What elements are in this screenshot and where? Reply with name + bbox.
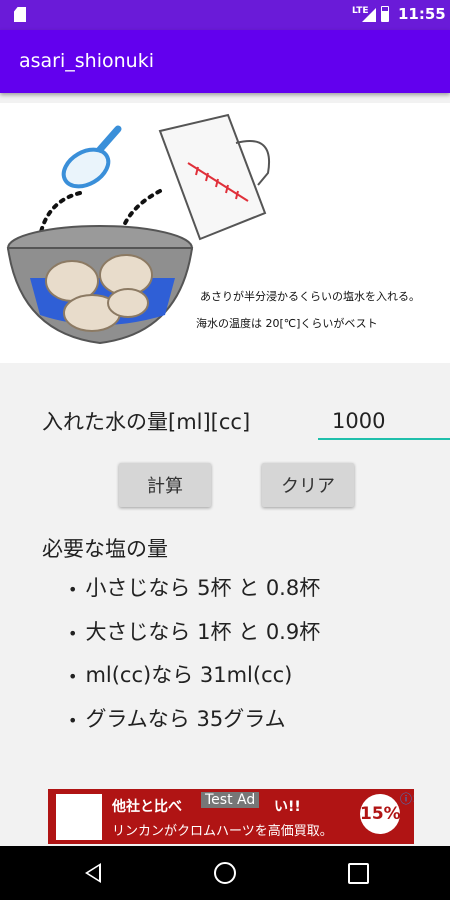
ad-subline: リンカンがクロムハーツを高価買取。: [112, 824, 333, 839]
navigation-bar: [0, 846, 450, 900]
sd-card-icon: [14, 7, 26, 22]
bullet-icon: •: [68, 623, 78, 643]
result-list: • 小さじなら 5杯 と 0.8杯 • 大さじなら 1杯 と 0.9杯 • ml(cc…: [68, 572, 320, 746]
status-time: 11:55: [398, 5, 446, 23]
result-item-gram: • グラムなら 35グラム: [68, 706, 286, 731]
test-ad-label: Test Ad: [201, 792, 260, 808]
illustration: あさりが半分浸かるくらいの塩水を入れる。 海水の温度は 20[℃]くらいがベスト: [0, 103, 450, 363]
ad-discount-badge: 15%: [360, 794, 401, 834]
bullet-icon: •: [68, 710, 78, 730]
home-icon[interactable]: [214, 862, 236, 884]
app-bar: asari_shionuki: [0, 30, 450, 93]
calculate-button[interactable]: 計算: [119, 463, 211, 507]
bullet-icon: •: [68, 580, 78, 599]
result-item-tablespoon: • 大さじなら 1杯 と 0.9杯: [68, 619, 321, 644]
bullet-icon: •: [68, 667, 78, 686]
water-amount-label: 入れた水の量[ml][cc]: [42, 410, 251, 434]
water-amount-input[interactable]: [318, 404, 450, 440]
illustration-caption-line1: あさりが半分浸かるくらいの塩水を入れる。: [200, 290, 420, 303]
recents-icon[interactable]: [348, 863, 369, 884]
illustration-caption-line2: 海水の温度は 20[℃]くらいがベスト: [196, 317, 378, 330]
bowl-with-clams-icon: [6, 225, 194, 345]
app-title: asari_shionuki: [19, 50, 154, 72]
measuring-cup-icon: [158, 113, 270, 241]
result-title: 必要な塩の量: [42, 537, 168, 561]
back-icon[interactable]: [85, 863, 101, 883]
signal-icon: [362, 8, 376, 22]
measuring-spoon-icon: [61, 125, 122, 189]
status-bar: LTE 11:55: [0, 0, 450, 30]
clear-button[interactable]: クリア: [262, 463, 354, 507]
result-item-ml: • ml(cc)なら 31ml(cc): [68, 663, 293, 687]
ad-close-icon[interactable]: ⓘ✕: [400, 790, 414, 807]
ad-logo-icon: [56, 794, 102, 840]
ad-banner[interactable]: 他社と比べ い!! リンカンがクロムハーツを高価買取。 Test Ad 15% ⓘ…: [48, 789, 414, 844]
result-item-teaspoon: • 小さじなら 5杯 と 0.8杯: [68, 576, 321, 600]
battery-icon: [381, 6, 389, 22]
